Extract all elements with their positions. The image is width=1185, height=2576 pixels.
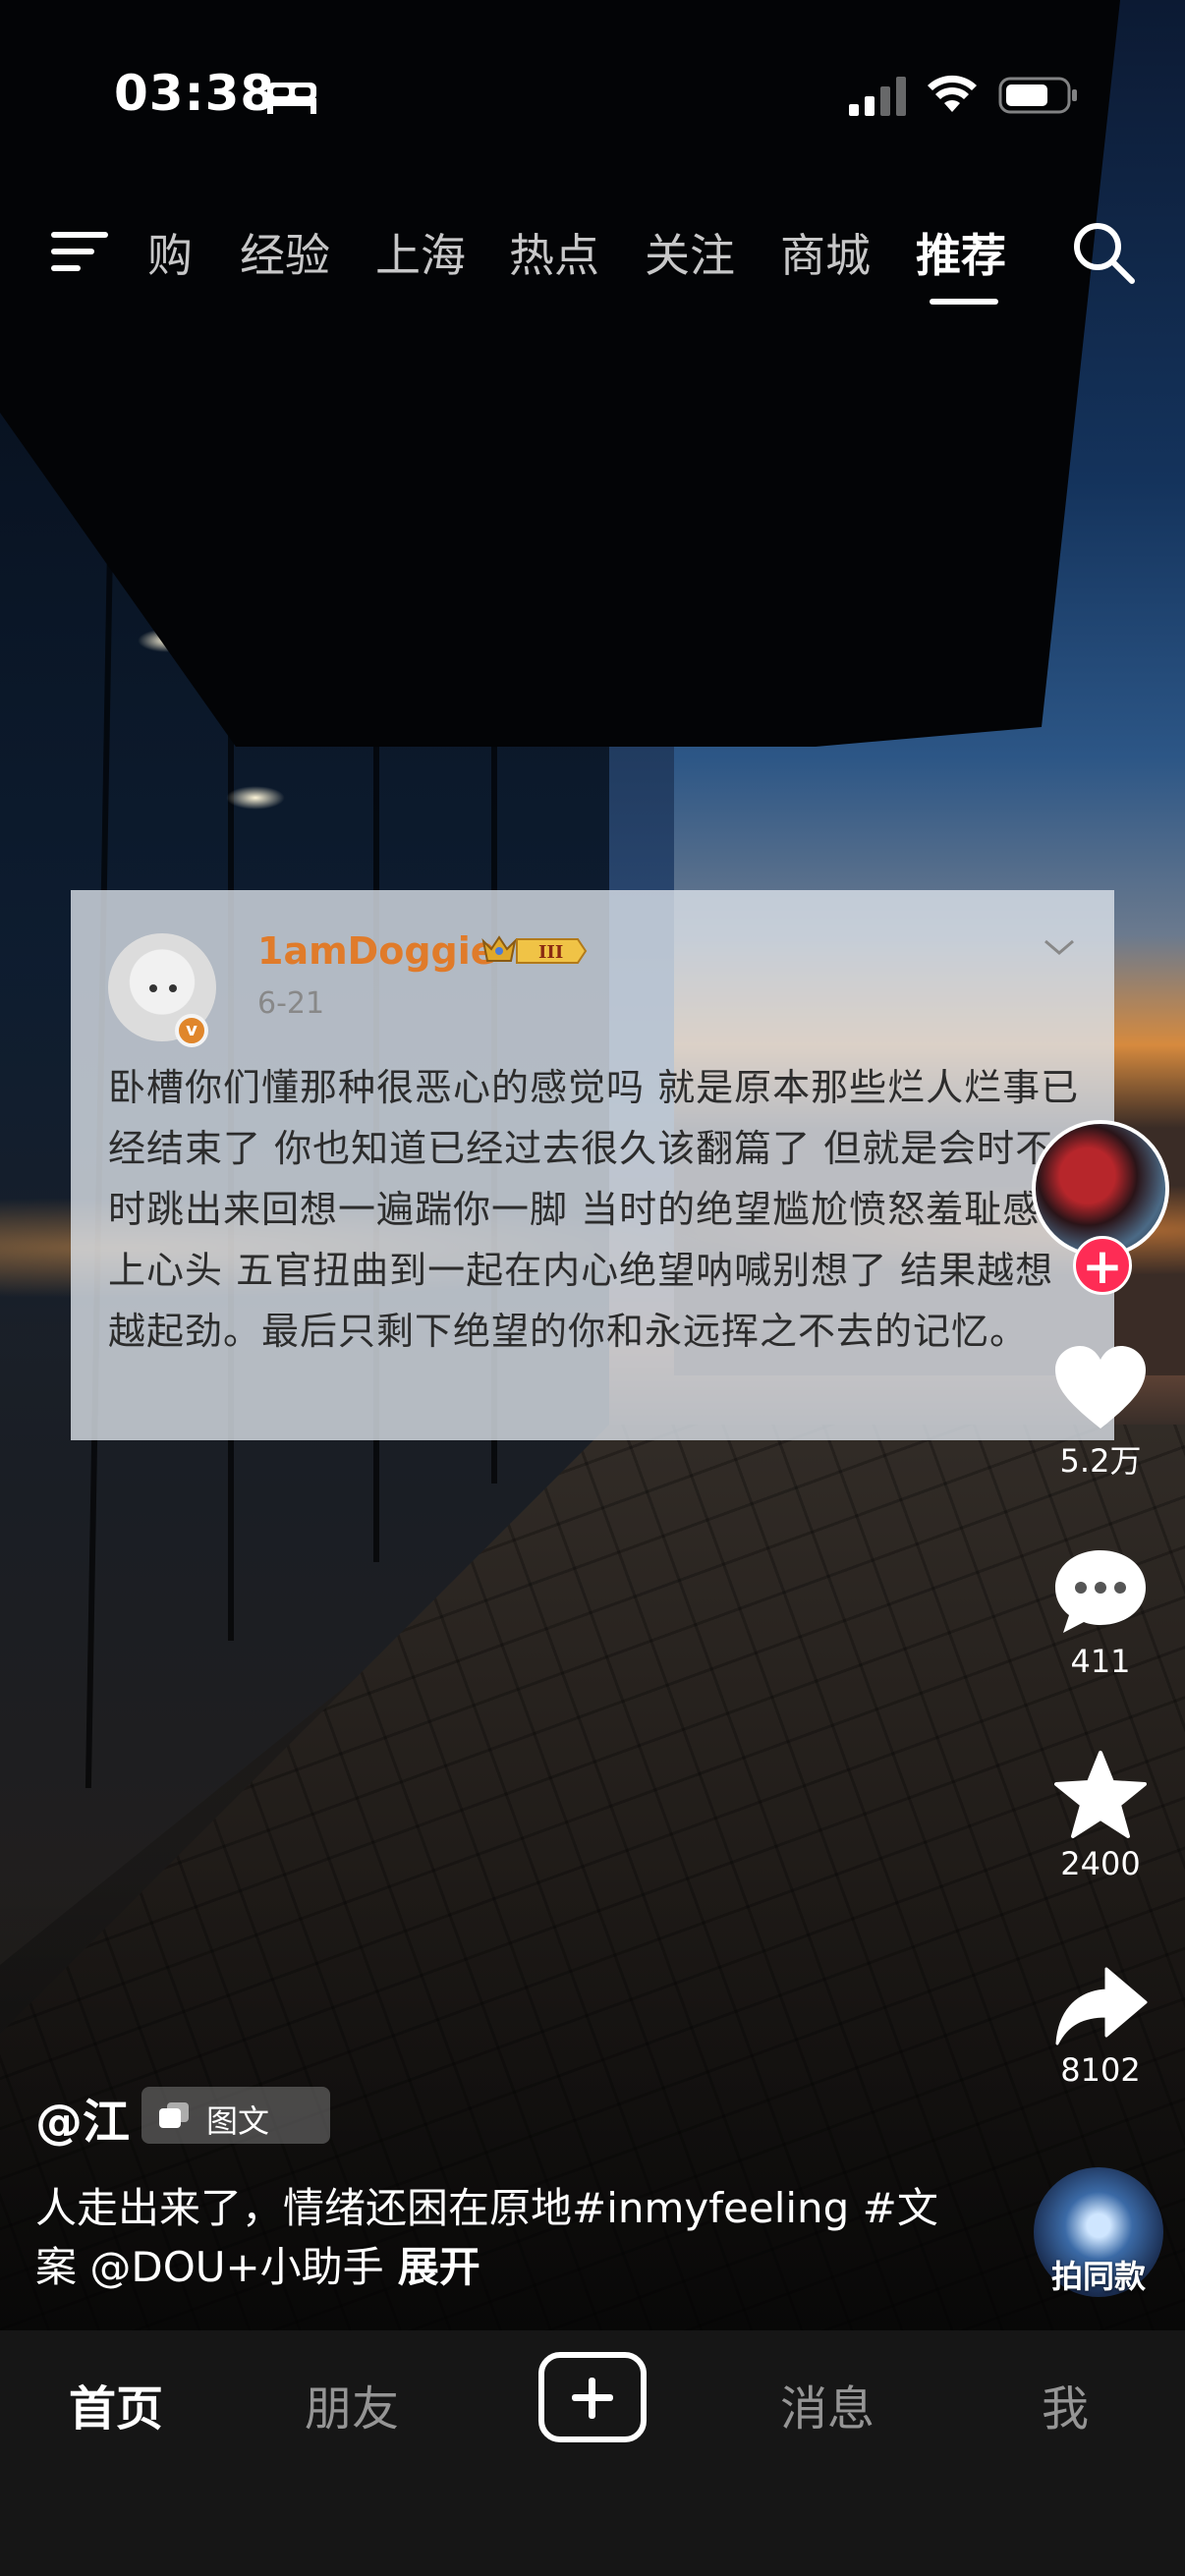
- avatar-eye: [149, 984, 157, 992]
- follow-button[interactable]: +: [1073, 1236, 1132, 1295]
- post-author-avatar: v: [108, 933, 216, 1047]
- tab-shop[interactable]: 购: [147, 220, 193, 285]
- search-icon[interactable]: [1071, 220, 1136, 285]
- comment-count: 411: [1070, 1643, 1131, 1680]
- nav-messages[interactable]: 消息: [780, 2370, 875, 2438]
- star-icon: [1054, 1751, 1147, 1838]
- bottom-nav: 首页 朋友 消息 我: [0, 2330, 1185, 2576]
- nav-home[interactable]: 首页: [69, 2370, 163, 2438]
- post-type-label: 图文: [206, 2102, 270, 2140]
- bed-icon: [267, 83, 316, 114]
- description-text: 人走出来了，情绪还困在原地#inmyfeeling #文案 @DOU+小助手: [35, 2184, 938, 2291]
- tab-experience[interactable]: 经验: [240, 220, 330, 285]
- same-style-label[interactable]: 拍同款: [1022, 2252, 1175, 2297]
- ceiling-lamp: [226, 786, 285, 810]
- nav-friends[interactable]: 朋友: [305, 2370, 399, 2438]
- share-icon: [1055, 1967, 1148, 2045]
- quoted-post-card: v 1amDoggie III 6-21 卧槽你们懂那种很恶心的感觉吗 就是原本…: [71, 890, 1114, 1440]
- comment-icon: [1055, 1550, 1146, 1633]
- active-tab-indicator: [930, 299, 998, 305]
- tab-following[interactable]: 关注: [645, 220, 735, 285]
- expand-button[interactable]: 展开: [398, 2243, 480, 2291]
- status-bar: 03:38: [0, 0, 1185, 196]
- tab-trending[interactable]: 热点: [509, 220, 599, 285]
- post-text: 卧槽你们懂那种很恶心的感觉吗 就是原本那些烂人烂事已经结束了 你也知道已经过去很…: [108, 1066, 1080, 1353]
- gallery-icon: [159, 2102, 189, 2128]
- signal-icon: [849, 77, 906, 116]
- tab-shanghai[interactable]: 上海: [375, 220, 466, 285]
- comment-button[interactable]: 411: [1022, 1546, 1179, 1680]
- favorite-count: 2400: [1060, 1845, 1141, 1882]
- menu-icon[interactable]: [49, 226, 112, 277]
- top-nav: 购 经验 上海 热点 关注 商城 推荐: [0, 206, 1185, 314]
- tab-recommended[interactable]: 推荐: [916, 220, 1006, 285]
- plus-icon[interactable]: [538, 2352, 647, 2442]
- share-button[interactable]: 8102: [1022, 1965, 1179, 2089]
- chevron-down-icon[interactable]: [1040, 933, 1079, 961]
- post-author-name: 1amDoggie: [257, 929, 496, 973]
- share-count: 8102: [1060, 2051, 1141, 2089]
- nav-me[interactable]: 我: [1042, 2370, 1089, 2438]
- wifi-icon: [928, 75, 977, 112]
- battery-icon: [998, 77, 1077, 114]
- heart-icon: [1055, 1346, 1146, 1428]
- avatar-eye: [169, 984, 177, 992]
- post-type-badge: 图文: [141, 2087, 330, 2144]
- verified-badge: v: [175, 1014, 208, 1047]
- tab-mall[interactable]: 商城: [780, 220, 871, 285]
- level-badge: III: [481, 935, 588, 964]
- video-description[interactable]: 人走出来了，情绪还困在原地#inmyfeeling #文案 @DOU+小助手 展开: [35, 2179, 979, 2297]
- author-name[interactable]: @江: [35, 2083, 130, 2152]
- status-time: 03:38: [114, 65, 276, 122]
- post-date: 6-21: [257, 986, 325, 1021]
- level-badge-text: III: [538, 942, 563, 963]
- favorite-button[interactable]: 2400: [1022, 1749, 1179, 1882]
- like-button[interactable]: 5.2万: [1022, 1344, 1179, 1482]
- like-count: 5.2万: [1059, 1442, 1142, 1480]
